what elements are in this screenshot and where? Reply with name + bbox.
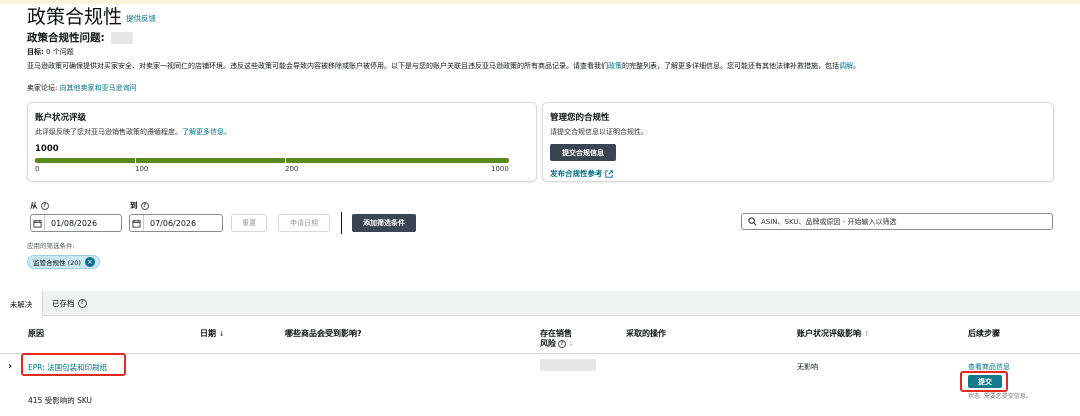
- calendar-icon[interactable]: [130, 215, 144, 231]
- calendar-icon[interactable]: [31, 215, 45, 231]
- top-banner-strip: [0, 0, 1080, 4]
- tabs-bar: 未解决 已存档 ?: [0, 291, 1080, 317]
- goal-label: 目标:: [27, 48, 44, 56]
- divider: [341, 212, 342, 234]
- page-title: 政策合规性: [27, 6, 123, 28]
- tab-archived-label: 已存档: [52, 299, 75, 308]
- col-risk: 存在销售 风险 ? ↓: [540, 329, 574, 349]
- col-rating-impact[interactable]: 账户状况评级影响 ↑: [797, 329, 870, 339]
- col-date[interactable]: 日期 ↓: [200, 329, 225, 339]
- col-affected: 哪些商品会受到影响?: [285, 329, 362, 338]
- tab-archived[interactable]: 已存档 ?: [52, 291, 87, 316]
- affected-sku-count: 415 受影响的 SKU: [28, 396, 93, 405]
- chevron-right-icon[interactable]: ›: [8, 361, 12, 372]
- reference-link-label: 发布合规性参考: [550, 169, 603, 178]
- redacted-value: [110, 31, 133, 44]
- rating-progress-bar: [35, 158, 509, 163]
- filter-chip[interactable]: 监管合规性 (20) ×: [27, 255, 100, 269]
- filter-chip-label: 监管合规性 (20): [33, 259, 81, 267]
- tick-label-0: 0: [35, 165, 40, 173]
- forum-label: 卖家论坛:: [27, 84, 58, 92]
- col-risk-line1: 存在销售: [540, 329, 572, 338]
- help-icon[interactable]: ?: [558, 340, 566, 348]
- rating-desc-text: 此评级反映了您对亚马逊销售政策的遵循程度。: [35, 128, 182, 136]
- tick-label-1000: 1000: [491, 165, 509, 173]
- account-rating-card: 账户状况评级 此评级反映了您对亚马逊销售政策的遵循程度。了解更多信息。 1000…: [27, 102, 537, 182]
- title-row: 政策合规性 提供反馈: [27, 6, 156, 28]
- highlight-box: [21, 353, 126, 376]
- submit-compliance-button[interactable]: 提交合规信息: [550, 144, 616, 161]
- compliance-reference-link[interactable]: 发布合规性参考: [550, 168, 613, 179]
- sort-down-icon[interactable]: ↓: [219, 330, 225, 338]
- manage-compliance-card: 管理您的合规性 请提交合规信息以证明合规性。 提交合规信息 发布合规性参考: [542, 102, 1054, 182]
- help-icon[interactable]: ?: [77, 299, 87, 308]
- col-next-steps: 后续步骤: [968, 329, 1000, 338]
- issue-row: 政策合规性问题:: [27, 30, 133, 45]
- tick-label-200: 200: [285, 165, 299, 173]
- add-filter-button[interactable]: 添加筛选条件: [352, 214, 416, 232]
- policy-text-prefix: 亚马逊政策可确保提供对买家安全、对卖家一视同仁的店铺环境。违反这些政策可能会导致…: [27, 62, 608, 70]
- forum-link[interactable]: 向其他卖家和亚马逊询问: [60, 84, 137, 92]
- redacted-value: [540, 359, 596, 371]
- policy-link[interactable]: 政策: [608, 62, 622, 70]
- tick-mark: [285, 156, 286, 165]
- search-placeholder: ASIN、SKU、品牌或原因 - 开始输入以筛选: [761, 217, 897, 226]
- col-date-label: 日期: [200, 329, 216, 338]
- to-date-input[interactable]: 07/06/2026: [129, 214, 223, 232]
- sort-icon[interactable]: ↓: [568, 339, 574, 349]
- rating-card-desc: 此评级反映了您对亚马逊销售政策的遵循程度。了解更多信息。: [35, 127, 231, 137]
- learn-more-link[interactable]: 了解更多信息。: [182, 128, 231, 136]
- from-label-text: 从: [30, 201, 38, 210]
- search-input[interactable]: ASIN、SKU、品牌或原因 - 开始输入以筛选: [741, 213, 1053, 230]
- to-label-text: 到: [130, 201, 138, 210]
- sort-icon[interactable]: ↑: [864, 330, 870, 338]
- search-icon: [748, 217, 757, 226]
- col-reason: 原因: [28, 329, 44, 338]
- to-date-value: 07/06/2026: [150, 218, 197, 228]
- manage-card-title: 管理您的合规性: [550, 113, 610, 123]
- apply-date-button[interactable]: 申请日期: [278, 214, 330, 232]
- rating-card-title: 账户状况评级: [35, 113, 87, 123]
- goal-value: 0 个问题: [46, 48, 74, 56]
- policy-text-end: 。: [853, 62, 860, 70]
- policy-text-mid: 的完整列表，了解更多详细信息。您可能还有其他法律补救措施，包括: [622, 62, 839, 70]
- to-label: 到 ?: [130, 200, 149, 211]
- table-header-divider: [0, 353, 1080, 354]
- issue-label: 政策合规性问题:: [27, 32, 105, 44]
- forum-row: 卖家论坛: 向其他卖家和亚马逊询问: [27, 83, 137, 93]
- help-icon[interactable]: ?: [140, 201, 149, 210]
- remedy-link[interactable]: 调解: [839, 62, 853, 70]
- feedback-link[interactable]: 提供反馈: [126, 13, 156, 24]
- from-date-input[interactable]: 01/08/2026: [30, 214, 122, 232]
- close-icon[interactable]: ×: [84, 257, 95, 267]
- tab-unresolved[interactable]: 未解决: [0, 291, 43, 317]
- manage-card-desc: 请提交合规信息以证明合规性。: [550, 128, 648, 136]
- from-label: 从 ?: [30, 200, 49, 211]
- help-icon[interactable]: ?: [40, 201, 49, 210]
- applied-filters-label: 应用的筛选条件:: [27, 242, 75, 250]
- row-status: 状态: 需要您提交信息。: [968, 393, 1032, 400]
- goal-row: 目标: 0 个问题: [27, 47, 74, 57]
- from-date-value: 01/08/2026: [51, 218, 98, 228]
- rating-impact-value: 无影响: [797, 363, 818, 371]
- col-rating-impact-label: 账户状况评级影响: [797, 329, 861, 338]
- external-link-icon: [604, 169, 613, 178]
- col-action: 采取的操作: [626, 329, 666, 338]
- reset-button[interactable]: 重置: [231, 214, 267, 232]
- tick-label-100: 100: [135, 165, 149, 173]
- highlight-box: [960, 371, 1008, 392]
- rating-score: 1000: [35, 144, 59, 154]
- col-risk-line2: 风险: [540, 339, 556, 348]
- policy-description: 亚马逊政策可确保提供对买家安全、对卖家一视同仁的店铺环境。违反这些政策可能会导致…: [27, 61, 860, 71]
- tick-mark: [135, 156, 136, 165]
